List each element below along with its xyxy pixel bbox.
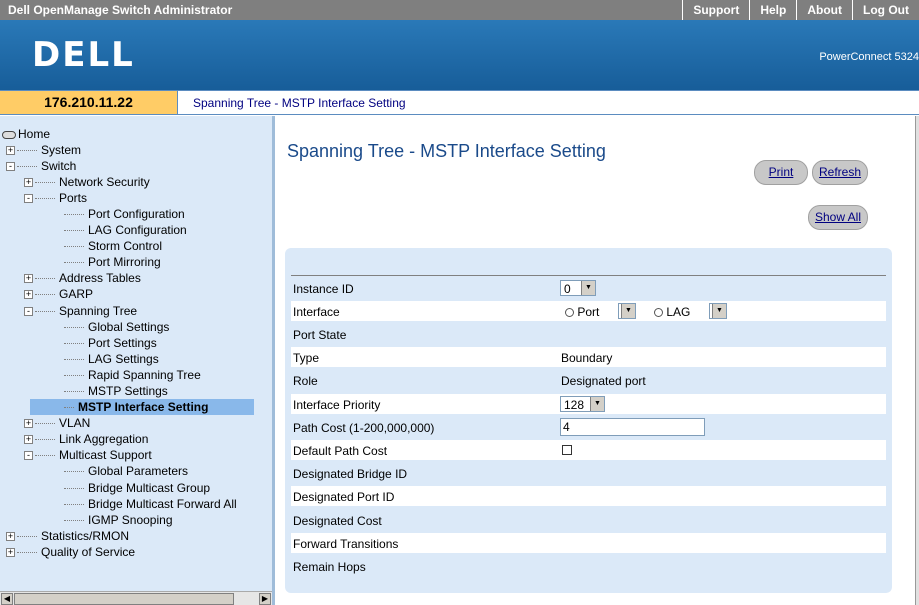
logout-link[interactable]: Log Out <box>852 0 919 20</box>
breadcrumb: Spanning Tree - MSTP Interface Setting <box>193 96 406 110</box>
path-cost-input[interactable]: 4 <box>560 418 705 436</box>
tree-item-network-security[interactable]: + Network Security <box>24 174 150 190</box>
row-interface-priority: Interface Priority 128 ▼ <box>291 394 886 414</box>
expand-icon[interactable]: + <box>24 435 33 445</box>
expand-icon[interactable]: + <box>24 290 33 300</box>
product-model: PowerConnect 5324 <box>819 51 919 63</box>
dropdown-arrow-icon: ▼ <box>621 304 635 318</box>
row-instance-id: Instance ID 0 ▼ <box>291 278 886 298</box>
tree-item-vlan[interactable]: + VLAN <box>24 415 90 431</box>
expand-icon[interactable]: + <box>24 178 33 188</box>
default-path-cost-checkbox[interactable] <box>562 445 572 455</box>
tree-item-mstp-settings[interactable]: MSTP Settings <box>64 383 168 399</box>
tree-item-port-configuration[interactable]: Port Configuration <box>64 206 185 222</box>
tree-item-quality-of-service[interactable]: + Quality of Service <box>6 544 135 560</box>
collapse-icon[interactable]: - <box>24 307 33 317</box>
tree-item-home[interactable]: Home <box>2 126 50 142</box>
dropdown-arrow-icon: ▼ <box>590 397 604 411</box>
tree-item-switch[interactable]: - Switch <box>6 158 76 174</box>
instance-id-select[interactable]: 0 ▼ <box>560 280 596 296</box>
header-banner: DELL PowerConnect 5324 <box>0 20 919 90</box>
tree-item-bridge-multicast-group[interactable]: Bridge Multicast Group <box>64 480 210 496</box>
navigation-tree: Home + System - Switch + Network Security -… <box>0 116 275 605</box>
tree-item-port-settings[interactable]: Port Settings <box>64 335 157 351</box>
tree-item-global-settings[interactable]: Global Settings <box>64 319 169 335</box>
home-icon <box>2 130 16 139</box>
lag-radio[interactable]: LAG <box>654 305 690 319</box>
top-menu-bar: Dell OpenManage Switch Administrator Sup… <box>0 0 919 20</box>
interface-priority-select[interactable]: 128 ▼ <box>560 396 605 412</box>
row-role: Role Designated port <box>293 374 646 388</box>
tree-item-address-tables[interactable]: + Address Tables <box>24 270 141 286</box>
dropdown-arrow-icon: ▼ <box>581 281 595 295</box>
refresh-button[interactable]: Refresh <box>812 160 868 185</box>
collapse-icon[interactable]: - <box>24 451 33 461</box>
expand-icon[interactable]: + <box>6 146 15 156</box>
expand-icon[interactable]: + <box>24 419 33 429</box>
tree-item-lag-configuration[interactable]: LAG Configuration <box>64 222 187 238</box>
lag-select[interactable]: ▼ <box>709 303 727 319</box>
port-select[interactable]: ▼ <box>618 303 636 319</box>
collapse-icon[interactable]: - <box>6 162 15 172</box>
tree-item-lag-settings[interactable]: LAG Settings <box>64 351 159 367</box>
expand-icon[interactable]: + <box>6 548 15 558</box>
row-remain-hops: Remain Hops <box>293 560 366 574</box>
row-designated-port-id: Designated Port ID <box>291 486 886 506</box>
scroll-right-icon[interactable]: ▶ <box>259 593 271 605</box>
tree-item-multicast-support[interactable]: - Multicast Support <box>24 447 152 463</box>
mstp-interface-form: Instance ID 0 ▼ Interface Port ▼ LAG ▼ Po… <box>285 248 892 593</box>
role-value: Designated port <box>561 374 646 388</box>
row-interface: Interface Port ▼ LAG ▼ <box>291 301 886 321</box>
top-menu: Support Help About Log Out <box>682 0 919 20</box>
port-radio[interactable]: Port <box>565 305 599 319</box>
tree-item-statistics-rmon[interactable]: + Statistics/RMON <box>6 528 129 544</box>
scroll-thumb[interactable] <box>14 593 234 605</box>
row-designated-bridge-id: Designated Bridge ID <box>293 467 408 481</box>
tree-item-igmp-snooping[interactable]: IGMP Snooping <box>64 512 173 528</box>
row-path-cost: Path Cost (1-200,000,000) 4 <box>291 417 886 437</box>
expand-icon[interactable]: + <box>6 532 15 542</box>
tree-item-mstp-interface-setting[interactable]: MSTP Interface Setting <box>30 399 254 415</box>
tree-horizontal-scrollbar[interactable]: ◀ ▶ <box>0 591 272 605</box>
row-port-state: Port State <box>293 328 347 342</box>
switch-ip: 176.210.11.22 <box>0 91 178 114</box>
info-bar: 176.210.11.22 Spanning Tree - MSTP Inter… <box>0 90 919 115</box>
tree-item-ports[interactable]: - Ports <box>24 190 87 206</box>
dropdown-arrow-icon: ▼ <box>712 304 726 318</box>
tree-item-rapid-spanning-tree[interactable]: Rapid Spanning Tree <box>64 367 201 383</box>
page-title: Spanning Tree - MSTP Interface Setting <box>287 141 606 161</box>
about-link[interactable]: About <box>796 0 852 20</box>
row-designated-cost: Designated Cost <box>293 514 382 528</box>
radio-icon <box>654 308 663 318</box>
row-forward-transitions: Forward Transitions <box>291 533 886 553</box>
tree-item-port-mirroring[interactable]: Port Mirroring <box>64 254 161 270</box>
expand-icon[interactable]: + <box>24 274 33 284</box>
row-default-path-cost: Default Path Cost <box>291 440 886 460</box>
tree-item-spanning-tree[interactable]: - Spanning Tree <box>24 303 137 319</box>
collapse-icon[interactable]: - <box>24 194 33 204</box>
content-vertical-scrollbar[interactable] <box>915 116 919 605</box>
tree-item-system[interactable]: + System <box>6 142 81 158</box>
tree-item-garp[interactable]: + GARP <box>24 286 93 302</box>
dell-logo: DELL <box>32 35 135 75</box>
show-all-button[interactable]: Show All <box>808 205 868 230</box>
print-button[interactable]: Print <box>754 160 808 185</box>
tree-item-storm-control[interactable]: Storm Control <box>64 238 162 254</box>
scroll-left-icon[interactable]: ◀ <box>1 593 13 605</box>
app-title: Dell OpenManage Switch Administrator <box>8 3 233 17</box>
row-type: Type Boundary <box>291 347 886 367</box>
tree-item-global-parameters[interactable]: Global Parameters <box>64 463 188 479</box>
tree-item-link-aggregation[interactable]: + Link Aggregation <box>24 431 148 447</box>
support-link[interactable]: Support <box>682 0 749 20</box>
help-link[interactable]: Help <box>749 0 796 20</box>
type-value: Boundary <box>561 351 613 365</box>
tree-item-bridge-multicast-forward-all[interactable]: Bridge Multicast Forward All <box>64 496 237 512</box>
radio-icon <box>565 308 574 318</box>
divider <box>291 275 886 276</box>
